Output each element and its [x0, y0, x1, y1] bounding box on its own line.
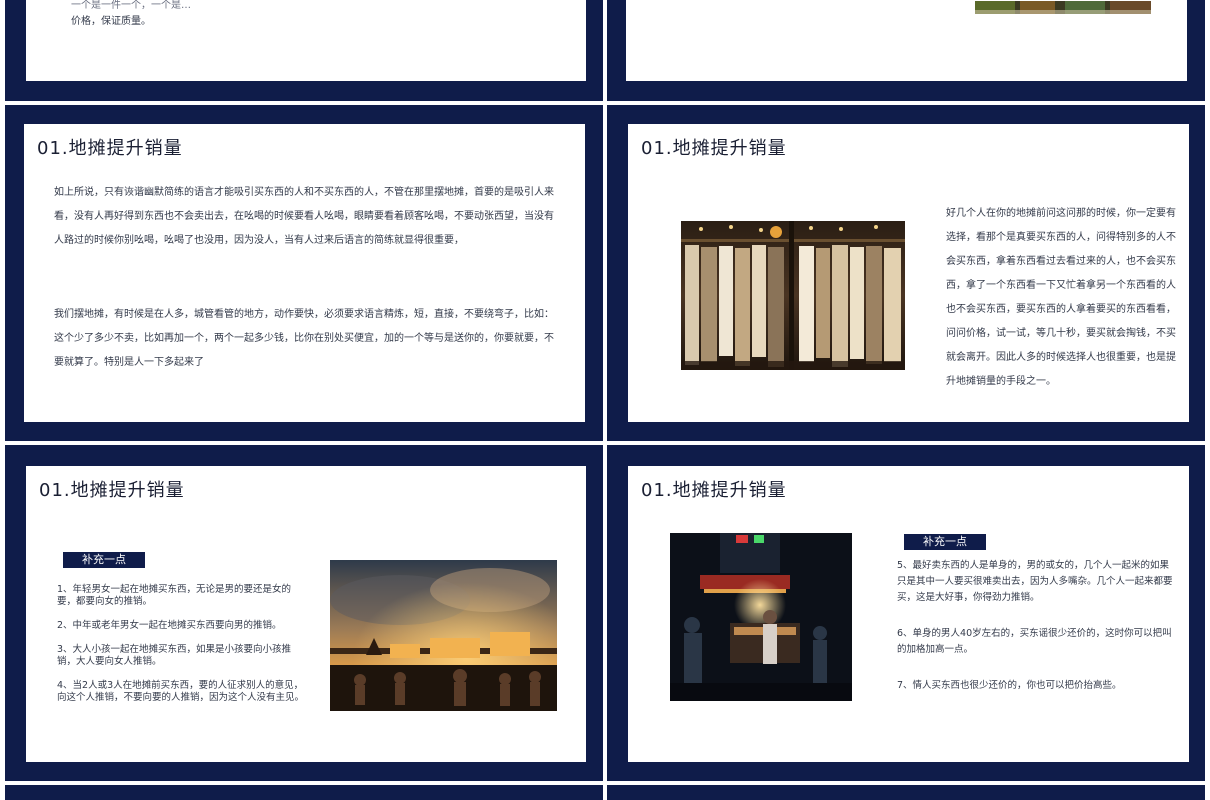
- slide-card: [626, 0, 1187, 81]
- slide-top-right[interactable]: [607, 0, 1205, 101]
- slide-bottom-left[interactable]: [5, 785, 603, 800]
- list-item: 3、大人小孩一起在地摊买东西，如果是小孩要向小孩推销，大人要向女人推销。: [57, 644, 292, 667]
- tips-list: 5、最好卖东西的人是单身的，男的或女的，几个人一起米的如果只是其中一人要买很难卖…: [897, 558, 1174, 706]
- slide-grid: 一个是一件一个，一个是… 价格，保证质量。 01.地摊提升销量 如上所说，只有诙…: [0, 0, 1210, 800]
- slide-text: 价格，保证质量。: [71, 16, 151, 27]
- slide-title: 01.地摊提升销量: [641, 138, 787, 159]
- street-stall-photo: [670, 533, 852, 701]
- list-item: 7、情人买东西也很少还价的，你也可以把价抬高些。: [897, 680, 1122, 691]
- supplement-badge: 补充一点: [904, 534, 986, 550]
- paragraph-2: 我们摆地摊，有时候是在人多，城管看管的地方，动作要快，必须要求语言精炼，短，直接…: [54, 309, 554, 368]
- slide-bottom-right[interactable]: [607, 785, 1205, 800]
- paragraph-1: 如上所说，只有诙谐幽默简练的语言才能吸引买东西的人和不买东西的人，不管在那里摆地…: [54, 187, 554, 246]
- slide-title: 01.地摊提升销量: [37, 138, 183, 159]
- list-item: 5、最好卖东西的人是单身的，男的或女的，几个人一起米的如果只是其中一人要买很难卖…: [897, 560, 1173, 603]
- market-photo: [975, 0, 1151, 14]
- slide-card: 01.地摊提升销量: [628, 466, 1189, 762]
- slide-title: 01.地摊提升销量: [39, 480, 185, 501]
- list-item: 4、当2人或3人在地摊前买东西，要的人征求别人的意见，向这个人推销，不要向要的人…: [57, 680, 305, 703]
- night-market-photo: [330, 560, 557, 711]
- tips-list: 1、年轻男女一起在地摊买东西，无论是男的要还是女的要，都要向女的推销。 2、中年…: [57, 584, 309, 716]
- slide-card: 01.地摊提升销量 如上所说，只有诙谐幽默简练的语言才能吸引买东西的人和不买东西…: [24, 124, 585, 422]
- slide-card: 01.地摊提升销量 补充一点 1、年轻男女一起在地摊买东西，无论是男的要还是女的…: [26, 466, 586, 762]
- slide-4[interactable]: 01.地摊提升销量 补充一点 5、最好卖东西的人是单身的，男的或女的，几个人一起…: [607, 445, 1205, 781]
- list-item: 1、年轻男女一起在地摊买东西，无论是男的要还是女的要，都要向女的推销。: [57, 584, 292, 607]
- list-item: 2、中年或老年男女一起在地摊买东西要向男的推销。: [57, 620, 282, 631]
- slide-3[interactable]: 01.地摊提升销量 补充一点 1、年轻男女一起在地摊买东西，无论是男的要还是女的…: [5, 445, 603, 781]
- slide-title: 01.地摊提升销量: [641, 480, 787, 501]
- slide-2[interactable]: 01.地摊提升销量 好几个人在你的地摊前问这问那的时候，你一定要有选择，看那个是…: [607, 105, 1205, 441]
- slide-card: 一个是一件一个，一个是… 价格，保证质量。: [26, 0, 586, 81]
- slide-card: 01.地摊提升销量: [628, 124, 1189, 422]
- slide-1[interactable]: 01.地摊提升销量 如上所说，只有诙谐幽默简练的语言才能吸引买东西的人和不买东西…: [5, 105, 603, 441]
- list-item: 6、单身的男人40岁左右的，买东谣很少还价的，这时你可以把叫的加格加高一点。: [897, 628, 1172, 655]
- slide-top-left[interactable]: 一个是一件一个，一个是… 价格，保证质量。: [5, 0, 603, 101]
- paragraph: 好几个人在你的地摊前问这问那的时候，你一定要有选择，看那个是真要买东西的人，问得…: [946, 208, 1176, 387]
- supplement-badge: 补充一点: [63, 552, 145, 568]
- clothing-rack-photo: [681, 221, 905, 370]
